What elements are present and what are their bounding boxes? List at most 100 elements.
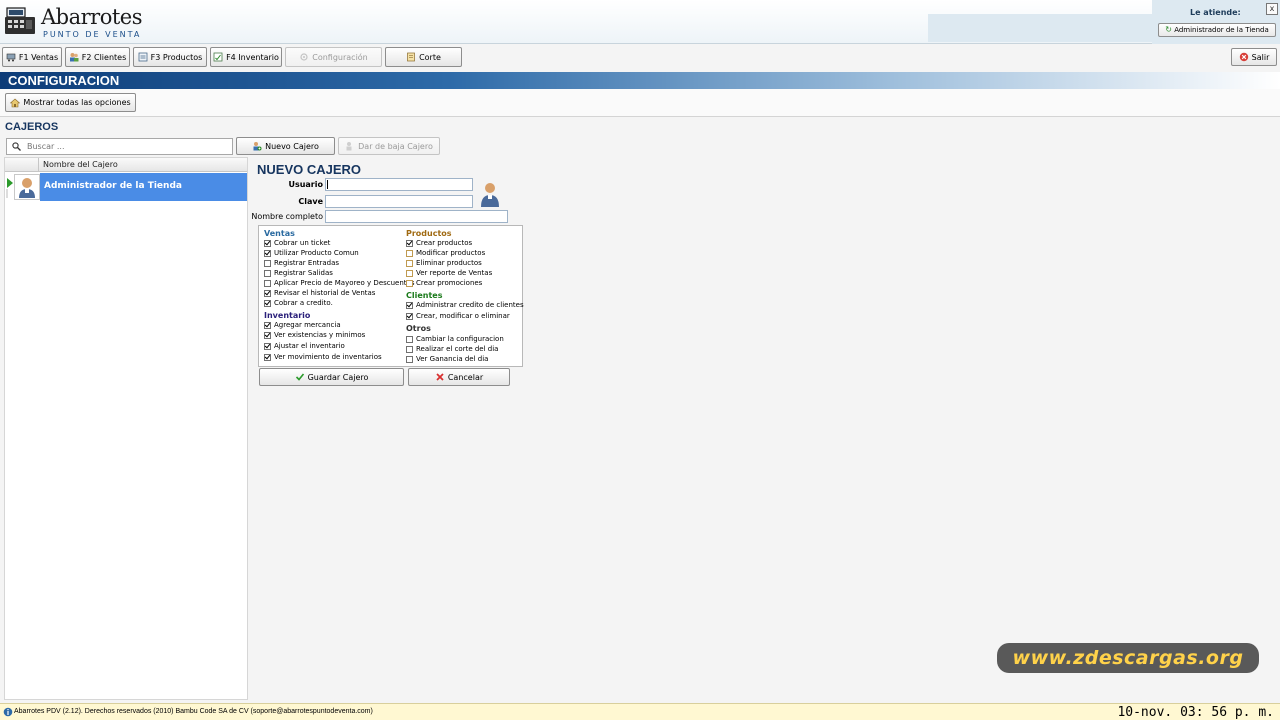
cashier-name: Administrador de la Tienda (44, 181, 182, 191)
info-icon (3, 707, 13, 717)
cashier-name-column-header[interactable]: Nombre del Cajero (43, 160, 118, 169)
show-all-options-button[interactable]: Mostrar todas las opciones (5, 93, 136, 112)
inventario-button[interactable]: F4 Inventario (210, 47, 282, 67)
checkbox[interactable] (264, 289, 271, 297)
close-button[interactable]: x (1266, 3, 1278, 15)
attendant-name: Administrador de la Tienda (1174, 26, 1269, 34)
perm-label: Ver reporte de Ventas (416, 269, 493, 277)
clientes-group-title: Clientes (406, 291, 443, 300)
perm-label: Aplicar Precio de Mayoreo y Descuentos (274, 279, 415, 287)
checkbox[interactable] (264, 299, 271, 307)
usuario-field[interactable] (325, 178, 473, 191)
perm-label: Administrar credito de clientes (416, 301, 524, 309)
perm-historial-ventas[interactable]: Revisar el historial de Ventas (264, 289, 375, 297)
corte-label: Corte (419, 52, 441, 62)
status-bar: Abarrotes PDV (2.12). Derechos reservado… (0, 703, 1280, 720)
selector-column-header (5, 158, 39, 172)
configuracion-label: Configuración (312, 52, 368, 62)
perm-crear-productos[interactable]: Crear productos (406, 239, 472, 247)
attendant-panel (1152, 0, 1280, 44)
checkbox[interactable] (264, 331, 271, 339)
perm-cambiar-configuracion[interactable]: Cambiar la configuracion (406, 335, 504, 343)
perm-movimiento-inventarios[interactable]: Ver movimiento de inventarios (264, 353, 382, 361)
usuario-label: Usuario (288, 180, 323, 189)
checkbox[interactable] (406, 269, 413, 277)
usuario-input[interactable] (326, 179, 472, 190)
watermark: www.zdescargas.org (997, 643, 1259, 673)
salir-button[interactable]: Salir (1231, 48, 1277, 66)
home-icon (10, 98, 21, 107)
inventory-icon (213, 52, 223, 62)
checkbox[interactable] (264, 279, 271, 287)
close-icon (436, 373, 444, 381)
corte-button[interactable]: Corte (385, 47, 462, 67)
exit-icon (1239, 52, 1248, 62)
perm-ver-existencias[interactable]: Ver existencias y minimos (264, 331, 365, 339)
perm-cobrar-ticket[interactable]: Cobrar un ticket (264, 239, 330, 247)
cajeros-title: CAJEROS (5, 121, 59, 133)
search-box[interactable] (6, 138, 233, 155)
options-bar (0, 89, 1280, 117)
checkbox[interactable] (264, 353, 271, 361)
save-cashier-button[interactable]: Guardar Cajero (259, 368, 404, 386)
inventario-group-title: Inventario (264, 311, 311, 320)
products-icon (138, 52, 148, 62)
section-title: CONFIGURACION (8, 73, 120, 88)
checkbox[interactable] (264, 321, 271, 329)
checkbox[interactable] (406, 355, 413, 363)
cashier-row[interactable]: Administrador de la Tienda (5, 173, 247, 201)
perm-label: Agregar mercancia (274, 321, 341, 329)
perm-agregar-mercancia[interactable]: Agregar mercancia (264, 321, 341, 329)
clientes-button[interactable]: F2 Clientes (65, 47, 130, 67)
checkbox[interactable] (406, 249, 413, 257)
ventas-button[interactable]: F1 Ventas (2, 47, 62, 67)
checkbox[interactable] (406, 279, 413, 287)
cashier-name-cell[interactable]: Administrador de la Tienda (40, 173, 247, 201)
search-input[interactable] (27, 140, 227, 153)
checkbox[interactable] (406, 335, 413, 343)
perm-cobrar-credito[interactable]: Cobrar a credito. (264, 299, 333, 307)
remove-cashier-label: Dar de baja Cajero (358, 141, 433, 151)
attendant-button[interactable]: ↻ Administrador de la Tienda (1158, 23, 1276, 37)
checkbox[interactable] (406, 345, 413, 353)
checkbox[interactable] (406, 259, 413, 267)
checkbox[interactable] (264, 342, 271, 350)
perm-registrar-salidas[interactable]: Registrar Salidas (264, 269, 333, 277)
configuracion-button[interactable]: Configuración (285, 47, 382, 67)
checkbox[interactable] (406, 239, 413, 247)
checkbox[interactable] (264, 259, 271, 267)
clave-field[interactable] (325, 195, 473, 208)
gear-icon (300, 53, 308, 61)
perm-registrar-entradas[interactable]: Registrar Entradas (264, 259, 339, 267)
checkbox[interactable] (264, 239, 271, 247)
nombre-input[interactable] (326, 211, 507, 222)
app-subtitle: PUNTO DE VENTA (43, 30, 142, 39)
perm-corte-dia[interactable]: Realizar el corte del dia (406, 345, 498, 353)
new-cashier-button[interactable]: Nuevo Cajero (236, 137, 335, 155)
nombre-field[interactable] (325, 210, 508, 223)
productos-button[interactable]: F3 Productos (133, 47, 207, 67)
perm-label: Eliminar productos (416, 259, 482, 267)
remove-cashier-button[interactable]: Dar de baja Cajero (338, 137, 440, 155)
perm-crear-modificar-clientes[interactable]: Crear, modificar o eliminar (406, 312, 510, 320)
clave-input[interactable] (326, 196, 472, 207)
perm-eliminar-productos[interactable]: Eliminar productos (406, 259, 482, 267)
new-cashier-label: Nuevo Cajero (265, 141, 319, 151)
perm-ajustar-inventario[interactable]: Ajustar el inventario (264, 342, 345, 350)
checkbox[interactable] (264, 269, 271, 277)
perm-ganancia-dia[interactable]: Ver Ganancia del dia (406, 355, 488, 363)
perm-reporte-ventas[interactable]: Ver reporte de Ventas (406, 269, 492, 277)
perm-crear-promociones[interactable]: Crear promociones (406, 279, 482, 287)
perm-producto-comun[interactable]: Utilizar Producto Comun (264, 249, 359, 257)
perm-credito-clientes[interactable]: Administrar credito de clientes (406, 301, 524, 309)
perm-precio-mayoreo[interactable]: Aplicar Precio de Mayoreo y Descuentos (264, 279, 414, 287)
checkbox[interactable] (406, 301, 413, 309)
checkbox[interactable] (264, 249, 271, 257)
checkbox[interactable] (406, 312, 413, 320)
perm-label: Ver existencias y minimos (274, 331, 366, 339)
section-banner (0, 72, 1280, 89)
header-glow (928, 14, 1152, 42)
cancel-button[interactable]: Cancelar (408, 368, 510, 386)
status-text: Abarrotes PDV (2.12). Derechos reservado… (14, 708, 373, 715)
perm-modificar-productos[interactable]: Modificar productos (406, 249, 485, 257)
